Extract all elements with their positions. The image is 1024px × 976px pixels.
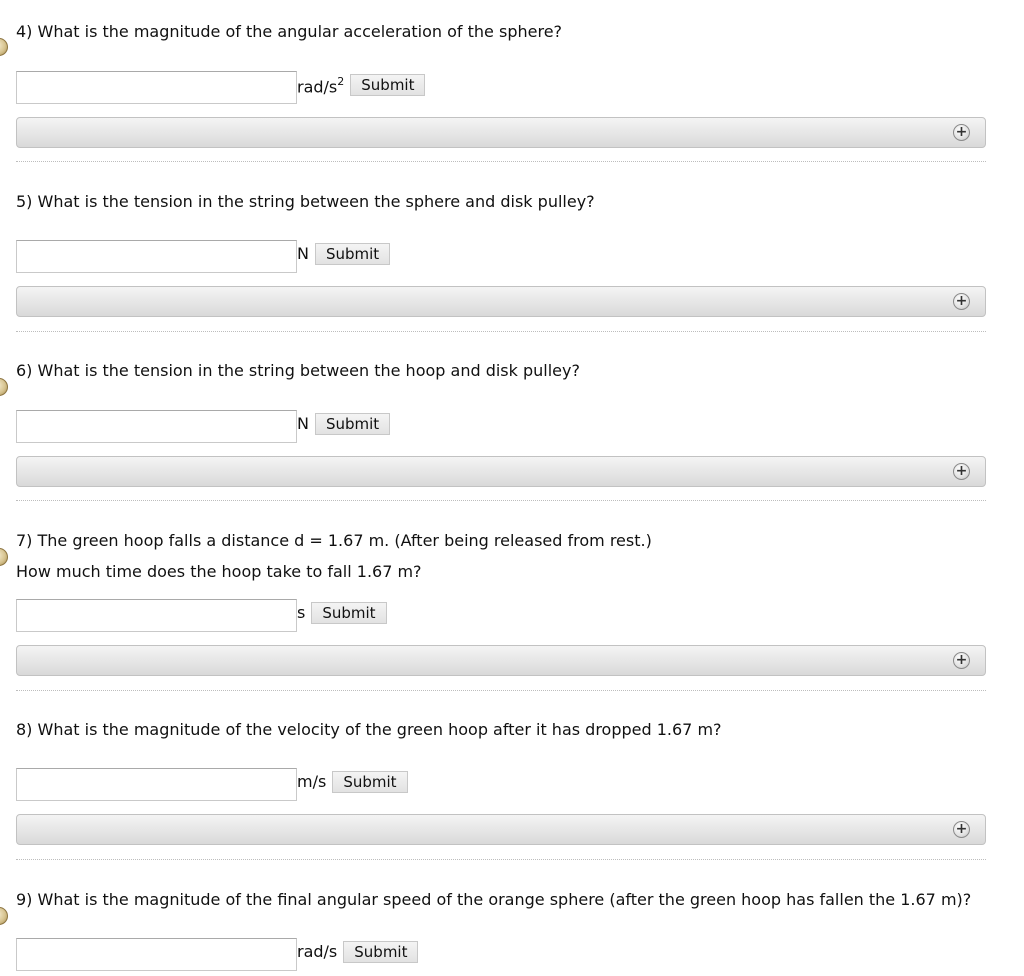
question-text: 5) What is the tension in the string bet…: [16, 192, 595, 211]
unit-exponent: 2: [337, 74, 345, 88]
divider: [16, 500, 986, 501]
unit-label: N: [297, 244, 309, 263]
plus-circle-icon[interactable]: +: [953, 463, 970, 480]
answer-row: rad/s2 Submit: [16, 70, 426, 104]
divider: [16, 331, 986, 332]
question-marker-icon: [0, 378, 8, 396]
unit-label: N: [297, 414, 309, 433]
answer-input[interactable]: [16, 70, 297, 104]
answer-row: s Submit: [16, 598, 387, 632]
question-text: 6) What is the tension in the string bet…: [16, 361, 580, 380]
plus-circle-icon[interactable]: +: [953, 293, 970, 310]
submit-button[interactable]: Submit: [343, 941, 419, 963]
question-text: 9) What is the magnitude of the final an…: [16, 890, 972, 909]
divider: [16, 690, 986, 691]
question-text: 8) What is the magnitude of the velocity…: [16, 720, 722, 739]
answer-input[interactable]: [16, 409, 297, 443]
hint-expander[interactable]: +: [16, 456, 986, 487]
unit-label: m/s: [297, 772, 327, 791]
plus-circle-icon[interactable]: +: [953, 821, 970, 838]
answer-input[interactable]: [16, 767, 297, 801]
submit-button[interactable]: Submit: [350, 74, 426, 96]
submit-button[interactable]: Submit: [314, 413, 391, 435]
answer-input[interactable]: [16, 239, 297, 273]
submit-button[interactable]: Submit: [311, 602, 387, 624]
unit-label: rad/s2: [297, 73, 344, 97]
divider: [16, 161, 986, 162]
question-subtext: How much time does the hoop take to fall…: [16, 562, 422, 581]
divider: [16, 859, 986, 860]
plus-circle-icon[interactable]: +: [953, 124, 970, 141]
question-text: 7) The green hoop falls a distance d = 1…: [16, 531, 652, 550]
answer-row: rad/s Submit: [16, 937, 419, 971]
answer-row: N Submit: [16, 239, 391, 273]
answer-input[interactable]: [16, 937, 297, 971]
plus-circle-icon[interactable]: +: [953, 652, 970, 669]
question-marker-icon: [0, 907, 8, 925]
question-marker-icon: [0, 38, 8, 56]
question-marker-icon: [0, 548, 8, 566]
question-text: 4) What is the magnitude of the angular …: [16, 22, 563, 41]
submit-button[interactable]: Submit: [332, 771, 408, 793]
hint-expander[interactable]: +: [16, 117, 986, 148]
hint-expander[interactable]: +: [16, 645, 986, 676]
hint-expander[interactable]: +: [16, 286, 986, 317]
answer-input[interactable]: [16, 598, 297, 632]
answer-row: N Submit: [16, 409, 391, 443]
unit-base: rad/s: [297, 77, 338, 97]
submit-button[interactable]: Submit: [314, 243, 391, 265]
hint-expander[interactable]: +: [16, 814, 986, 845]
answer-row: m/s Submit: [16, 767, 408, 801]
unit-label: rad/s: [297, 942, 338, 961]
unit-label: s: [297, 603, 306, 622]
